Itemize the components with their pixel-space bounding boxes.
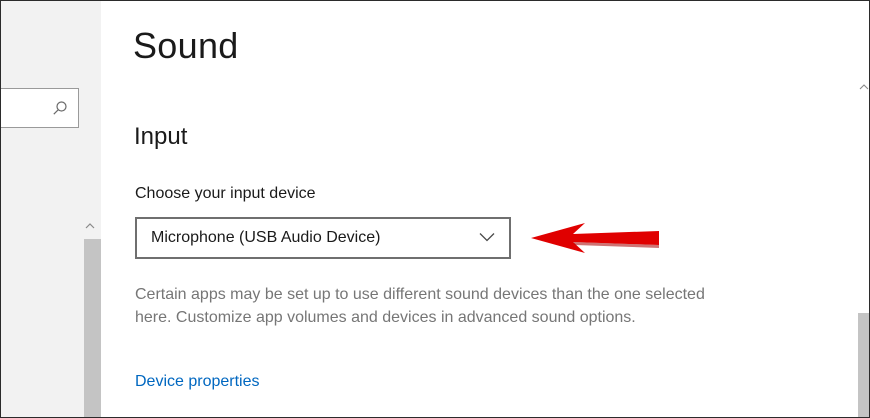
navigation-pane: [1, 1, 101, 417]
settings-window: Sound Input Choose your input device Mic…: [0, 0, 870, 418]
input-device-dropdown[interactable]: Microphone (USB Audio Device): [135, 217, 511, 259]
content-scrollbar-thumb[interactable]: [858, 313, 869, 417]
scroll-up-icon[interactable]: [83, 219, 97, 233]
scroll-up-icon[interactable]: [858, 81, 870, 93]
annotation-arrow-icon: [531, 223, 659, 253]
page-title: Sound: [133, 25, 239, 66]
chevron-down-icon: [479, 233, 495, 242]
input-device-label: Choose your input device: [135, 185, 316, 202]
search-input[interactable]: [1, 88, 79, 128]
input-device-selected-value: Microphone (USB Audio Device): [151, 229, 381, 246]
navigation-scrollbar-thumb[interactable]: [84, 239, 101, 417]
device-properties-link[interactable]: Device properties: [135, 373, 260, 391]
search-icon: [53, 101, 67, 115]
section-title-input: Input: [134, 123, 188, 150]
input-device-description: Certain apps may be set up to use differ…: [135, 286, 705, 326]
